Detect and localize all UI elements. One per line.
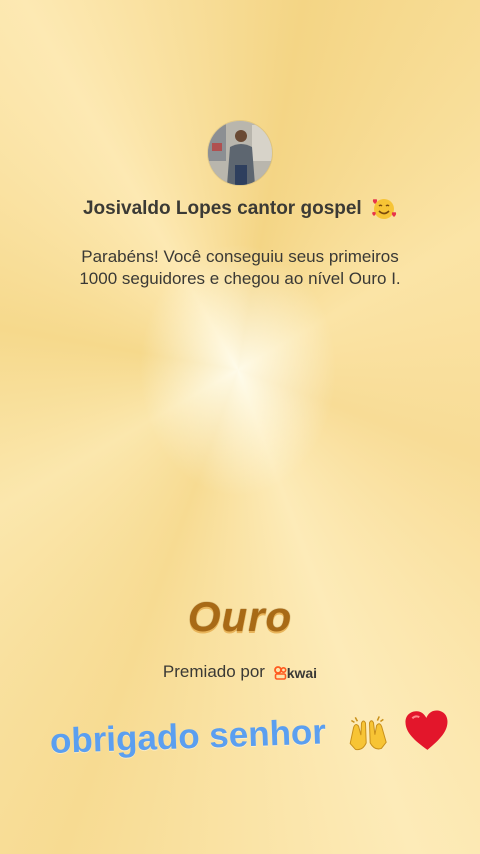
avatar-image [208,121,272,185]
caption-overlay: obrigado senhor [49,708,450,765]
awarded-by: Premiado por kwai [0,662,480,683]
awarded-by-label: Premiado por [162,662,265,681]
smiling-face-with-hearts-icon [372,199,397,219]
kwai-logo: kwai [273,663,318,683]
kwai-wordmark: kwai [286,664,318,681]
caption-text: obrigado senhor [49,712,327,761]
red-heart-icon [405,710,448,750]
profile-name-text: Josivaldo Lopes cantor gospel [82,198,362,220]
message-line-1: Parabéns! Você conseguiu seus primeiros [81,247,399,266]
message-line-2: 1000 seguidores e chegou ao nível Ouro I… [79,269,401,288]
profile-avatar [208,121,272,185]
profile-name: Josivaldo Lopes cantor gospel [0,197,480,221]
congratulations-message: Parabéns! Você conseguiu seus primeiros … [40,246,440,290]
raising-hands-icon [349,715,387,750]
kwai-mark-icon [273,665,287,680]
level-title: Ouro [187,593,293,640]
